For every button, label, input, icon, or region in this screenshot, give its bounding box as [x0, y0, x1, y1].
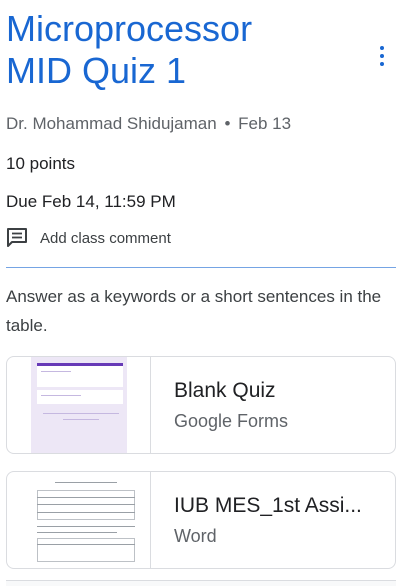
assignment-title: Microprocessor MID Quiz 1 — [6, 8, 346, 92]
posted-date: Feb 13 — [238, 114, 292, 133]
more-vert-icon[interactable] — [372, 44, 392, 68]
comment-icon — [7, 228, 27, 247]
title-line-1: Microprocessor — [6, 8, 253, 49]
attachment-card-word-doc[interactable]: IUB MES_1st Assi... Word — [6, 471, 396, 569]
divider — [6, 267, 396, 268]
next-card-edge — [6, 580, 396, 586]
author-line: Dr. Mohammad Shidujaman • Feb 13 — [6, 114, 291, 134]
title-line-2: MID Quiz 1 — [6, 50, 187, 91]
attachment-type: Google Forms — [174, 410, 289, 431]
assignment-page: Microprocessor MID Quiz 1 Dr. Mohammad S… — [0, 0, 404, 586]
attachment-card-blank-quiz[interactable]: Blank Quiz Google Forms — [6, 356, 396, 454]
attachment-type: Word — [174, 525, 217, 546]
google-forms-thumbnail — [7, 357, 151, 453]
attachment-title: Blank Quiz — [174, 378, 276, 402]
add-class-comment-button[interactable]: Add class comment — [6, 226, 171, 250]
word-document-thumbnail — [7, 472, 151, 568]
instructions-text: Answer as a keywords or a short sentence… — [6, 287, 382, 335]
points-label: 10 points — [6, 154, 75, 173]
author-name: Dr. Mohammad Shidujaman — [6, 114, 217, 133]
attachment-title: IUB MES_1st Assi... — [174, 493, 362, 517]
add-comment-label: Add class comment — [40, 229, 171, 247]
separator-dot: • — [224, 114, 231, 133]
due-date: Due Feb 14, 11:59 PM — [6, 192, 176, 211]
